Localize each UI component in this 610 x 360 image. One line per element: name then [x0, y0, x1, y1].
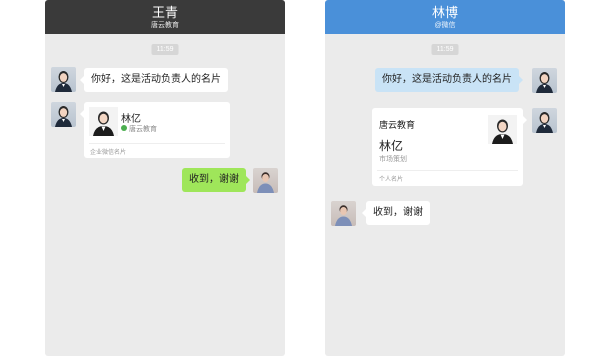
contact-name: 林亿 [121, 114, 141, 125]
left-greeting-bubble[interactable]: 你好，这是活动负责人的名片 [80, 68, 228, 92]
man-avatar-icon [257, 172, 274, 193]
contact-org-label: 唐云教育 [129, 126, 157, 133]
right-reply-bubble[interactable]: 收到，谢谢 [362, 201, 430, 225]
left-contact-card[interactable]: 林亿 唐云教育 企业微信名片 [80, 102, 230, 158]
self-avatar[interactable] [253, 168, 278, 193]
card-footer: 个人名片 [379, 177, 404, 183]
sender-avatar[interactable] [51, 102, 76, 127]
woman-portrait-icon [492, 119, 513, 144]
contact-name: 林亿 [379, 139, 404, 153]
card-footer: 企业微信名片 [90, 150, 127, 156]
card-company: 唐云教育 [379, 120, 416, 130]
card-divider [377, 170, 518, 171]
contact-photo [89, 107, 118, 136]
left-chat-title: 王青 [151, 5, 178, 20]
left-chat-window: 王青 唐云教育 11:59 你好，这是活动负责人的名片 林亿 唐云教育 企业微信… [45, 0, 285, 356]
card-divider [89, 143, 225, 144]
woman-avatar-icon [55, 71, 72, 92]
right-timestamp: 11:59 [431, 44, 459, 55]
left-chat-header: 王青 唐云教育 [45, 0, 285, 34]
right-contact-card[interactable]: 唐云教育 林亿 市场策划 个人名片 [372, 108, 527, 186]
contact-org: 唐云教育 [121, 124, 157, 134]
left-timestamp: 11:59 [151, 44, 179, 55]
sender-avatar[interactable] [51, 67, 76, 92]
stage: 王青 唐云教育 11:59 你好，这是活动负责人的名片 林亿 唐云教育 企业微信… [0, 0, 610, 360]
woman-portrait-icon [93, 111, 114, 136]
woman-avatar-icon [536, 112, 553, 133]
self-avatar[interactable] [532, 68, 557, 93]
right-chat-header: 林博 @微信 [325, 0, 565, 34]
left-chat-subtitle: 唐云教育 [151, 22, 179, 29]
woman-avatar-icon [55, 106, 72, 127]
contact-role: 市场策划 [379, 156, 407, 163]
contact-photo [488, 115, 517, 144]
right-chat-title: 林博 [431, 5, 458, 20]
left-reply-bubble[interactable]: 收到，谢谢 [182, 168, 250, 192]
right-chat-subtitle: @微信 [434, 22, 456, 29]
self-avatar[interactable] [532, 108, 557, 133]
verified-icon [121, 125, 127, 132]
sender-avatar[interactable] [331, 201, 356, 226]
woman-avatar-icon [536, 72, 553, 93]
man-avatar-icon [335, 205, 352, 226]
right-greeting-bubble[interactable]: 你好，这是活动负责人的名片 [375, 68, 523, 92]
right-chat-window: 林博 @微信 11:59 你好，这是活动负责人的名片 唐云教育 林亿 市场策划 [325, 0, 565, 356]
